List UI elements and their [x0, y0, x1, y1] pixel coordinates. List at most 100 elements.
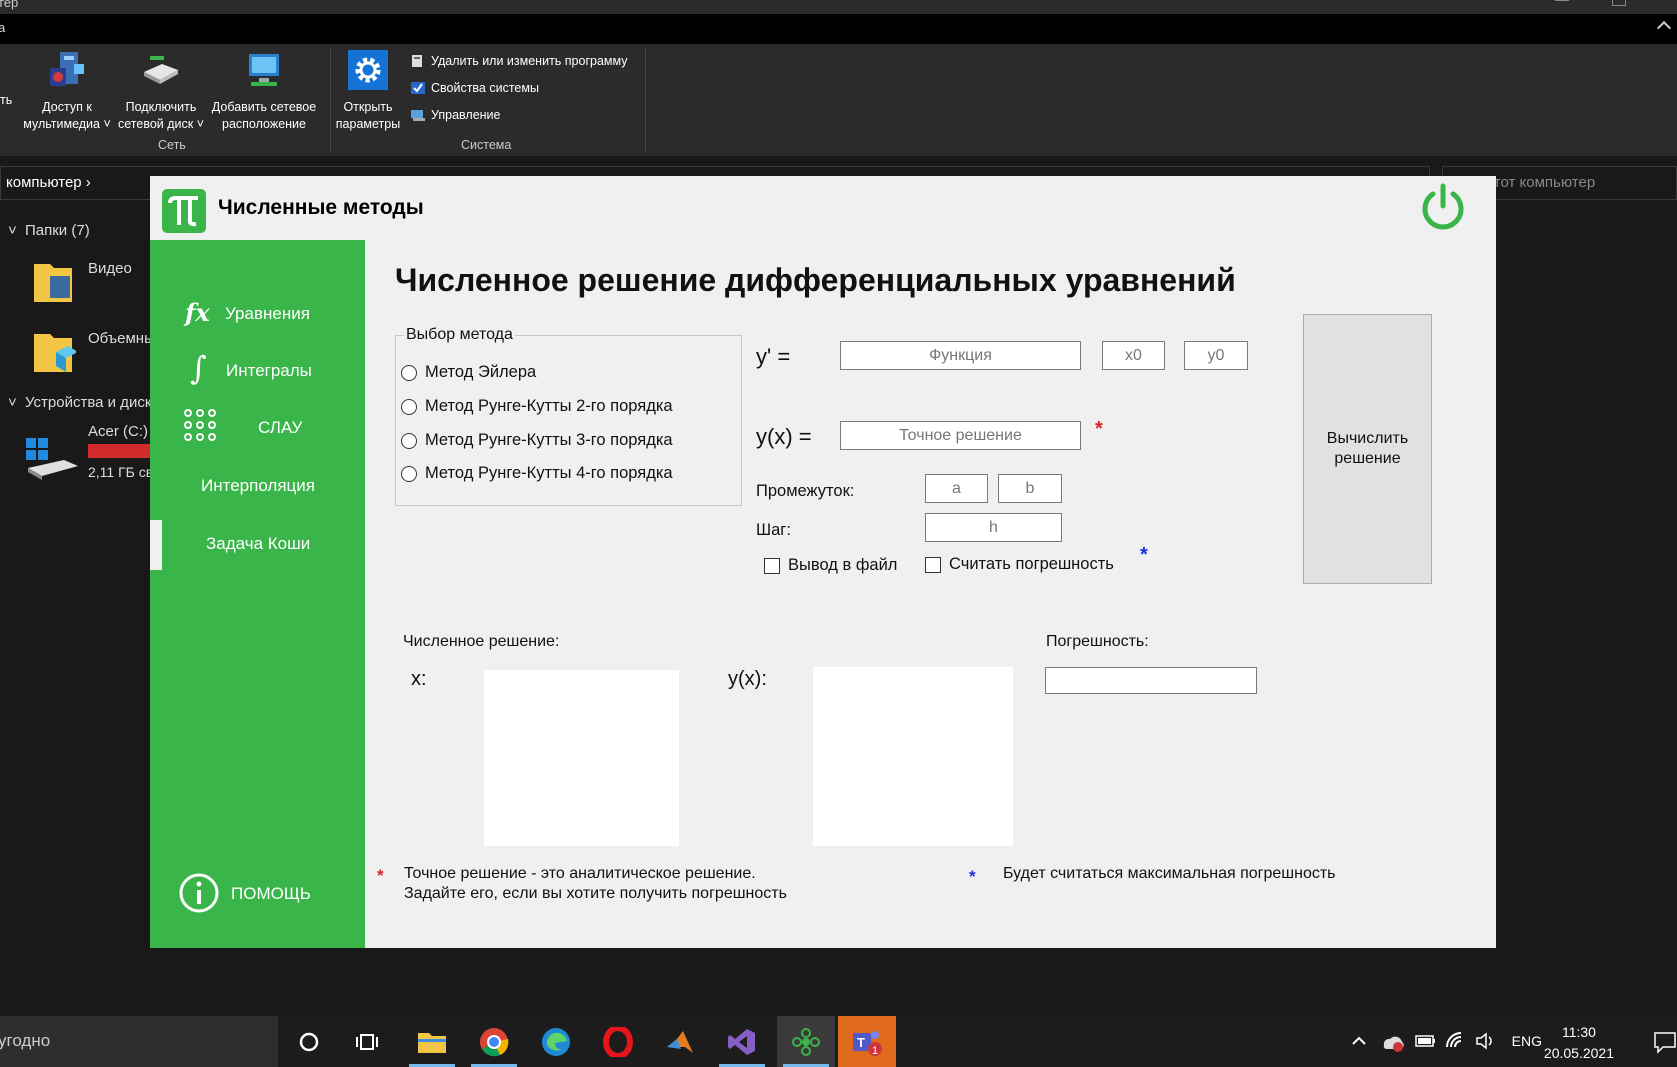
- map-network-drive-button[interactable]: Подключить сетевой диск ˅: [116, 50, 206, 133]
- calc-error-checkbox[interactable]: Считать погрешность: [925, 555, 1114, 574]
- method-euler-radio[interactable]: Метод Эйлера: [401, 363, 536, 382]
- sidebar-label-cauchy: Задача Коши: [206, 534, 311, 553]
- open-settings-button[interactable]: Открыть параметры: [332, 50, 404, 133]
- sidebar-item-cauchy[interactable]: Задача Коши: [150, 520, 365, 570]
- maximize-button[interactable]: [1612, 0, 1626, 6]
- media-access-button[interactable]: Доступ к мультимедиа ˅: [22, 50, 112, 133]
- chevron-up-icon[interactable]: [1656, 20, 1672, 36]
- taskbar-visual-studio[interactable]: [713, 1016, 771, 1067]
- app-flower-icon: [792, 1027, 820, 1056]
- radio-circle[interactable]: [401, 465, 417, 482]
- x0-input[interactable]: [1102, 341, 1165, 370]
- uninstall-program-button[interactable]: Удалить или изменить программу: [410, 54, 628, 68]
- checkbox-box[interactable]: [764, 557, 780, 574]
- compute-label-1: Вычислить: [1326, 430, 1409, 447]
- wifi-icon[interactable]: [1445, 1031, 1467, 1051]
- task-view-button[interactable]: [338, 1016, 396, 1067]
- y0-input[interactable]: [1184, 341, 1248, 370]
- uninstall-program-label: Удалить или изменить программу: [431, 54, 628, 68]
- radio-circle[interactable]: [401, 364, 417, 381]
- sidebar: fx Уравнения ∫ Интегралы СЛАУ Интерполяц…: [150, 240, 365, 948]
- a-input[interactable]: [925, 474, 988, 503]
- exact-solution-note: Точное решение - это аналитическое решен…: [404, 864, 787, 904]
- required-star-red: *: [1095, 418, 1103, 440]
- x-values-listbox[interactable]: [484, 670, 679, 846]
- add-network-location-button[interactable]: Добавить сетевое расположение: [208, 50, 320, 133]
- chevron-down-icon[interactable]: ˅: [8, 394, 17, 411]
- taskbar-chrome[interactable]: [465, 1016, 523, 1067]
- help-button[interactable]: ПОМОЩЬ: [150, 868, 365, 918]
- drive-name[interactable]: Acer (C:): [88, 423, 148, 440]
- integral-icon: ∫: [190, 349, 207, 387]
- sidebar-label-equations: Уравнения: [225, 304, 310, 323]
- file-explorer-icon: [418, 1032, 446, 1053]
- radio-circle[interactable]: [401, 432, 417, 449]
- taskbar-numerical-methods-app[interactable]: [777, 1016, 835, 1067]
- method-rk4-radio[interactable]: Метод Рунге-Кутты 4-го порядка: [401, 464, 673, 483]
- radio-circle[interactable]: [401, 398, 417, 415]
- sidebar-label-slau: СЛАУ: [258, 418, 303, 437]
- error-output[interactable]: [1045, 667, 1257, 694]
- note-star-red: *: [377, 866, 384, 885]
- ribbon-group-system: Система: [461, 138, 512, 152]
- onedrive-error-icon[interactable]: [1381, 1031, 1405, 1053]
- sidebar-item-slau[interactable]: СЛАУ: [150, 404, 365, 454]
- media-access-label-1: Доступ к: [42, 100, 92, 114]
- address-path: компьютер ›: [6, 174, 91, 191]
- taskbar-matlab[interactable]: [651, 1016, 709, 1067]
- 3d-objects-folder-icon: [34, 334, 76, 372]
- taskbar-edge[interactable]: [527, 1016, 585, 1067]
- system-properties-icon: [411, 82, 425, 94]
- taskbar-opera[interactable]: [589, 1016, 647, 1067]
- opera-icon: [603, 1026, 633, 1057]
- video-folder-icon: [34, 264, 72, 302]
- cortana-circle-icon: [299, 1032, 319, 1051]
- function-input[interactable]: [840, 341, 1081, 370]
- clock[interactable]: 11:30 20.05.2021: [1544, 1022, 1614, 1064]
- folder-video-label[interactable]: Видео: [88, 260, 132, 277]
- ribbon-separator: [330, 48, 331, 152]
- checkbox-box[interactable]: [925, 556, 941, 573]
- cortana-button[interactable]: [280, 1016, 338, 1067]
- b-input[interactable]: [998, 474, 1062, 503]
- task-view-icon: [356, 1033, 378, 1050]
- yx-values-listbox[interactable]: [813, 667, 1013, 846]
- file-output-checkbox[interactable]: Вывод в файл: [764, 556, 897, 575]
- manage-button[interactable]: Управление: [410, 108, 501, 122]
- ribbon-left-fragment[interactable]: ть: [0, 92, 12, 109]
- method-rk2-label: Метод Рунге-Кутты 2-го порядка: [425, 397, 673, 415]
- map-drive-label-2: сетевой диск ˅: [118, 117, 204, 131]
- h-input[interactable]: [925, 513, 1062, 542]
- teams-icon: T1: [853, 1030, 882, 1057]
- system-properties-button[interactable]: Свойства системы: [410, 81, 539, 95]
- folder-3d-label[interactable]: Объемны: [88, 330, 155, 347]
- method-rk2-radio[interactable]: Метод Рунге-Кутты 2-го порядка: [401, 397, 673, 416]
- devices-header[interactable]: Устройства и диски: [25, 394, 160, 411]
- sidebar-label-integrals: Интегралы: [226, 361, 312, 380]
- clock-date: 20.05.2021: [1543, 1045, 1614, 1061]
- chevron-down-icon[interactable]: ˅: [8, 222, 17, 239]
- compute-solution-button[interactable]: Вычислить решение: [1303, 314, 1432, 584]
- taskbar-file-explorer[interactable]: [403, 1016, 461, 1067]
- battery-icon[interactable]: [1415, 1033, 1437, 1049]
- exact-note-line-1: Точное решение - это аналитическое решен…: [404, 865, 756, 882]
- language-indicator[interactable]: ENG: [1512, 1033, 1542, 1049]
- y-prime-label: y' =: [756, 344, 791, 369]
- sidebar-item-equations[interactable]: fx Уравнения: [150, 290, 365, 340]
- power-icon[interactable]: [1418, 182, 1468, 234]
- taskbar-search-box[interactable]: угодно: [0, 1016, 278, 1067]
- volume-icon[interactable]: [1475, 1032, 1497, 1050]
- notification-center-icon[interactable]: [1653, 1030, 1677, 1054]
- chevron-up-icon[interactable]: [1351, 1034, 1367, 1048]
- sidebar-item-integrals[interactable]: ∫ Интегралы: [150, 347, 365, 397]
- method-rk3-radio[interactable]: Метод Рунге-Кутты 3-го порядка: [401, 431, 673, 450]
- active-marker: [150, 520, 162, 570]
- explorer-tab-label[interactable]: а: [0, 20, 5, 35]
- minimize-button[interactable]: [1555, 0, 1569, 10]
- taskbar-teams[interactable]: T1: [838, 1016, 896, 1067]
- sidebar-item-interpolation[interactable]: Интерполяция: [150, 462, 365, 512]
- folders-header[interactable]: Папки (7): [25, 222, 90, 239]
- drive-usage-bar: [88, 444, 150, 458]
- interval-label: Промежуток:: [756, 482, 855, 500]
- exact-solution-input[interactable]: [840, 421, 1081, 450]
